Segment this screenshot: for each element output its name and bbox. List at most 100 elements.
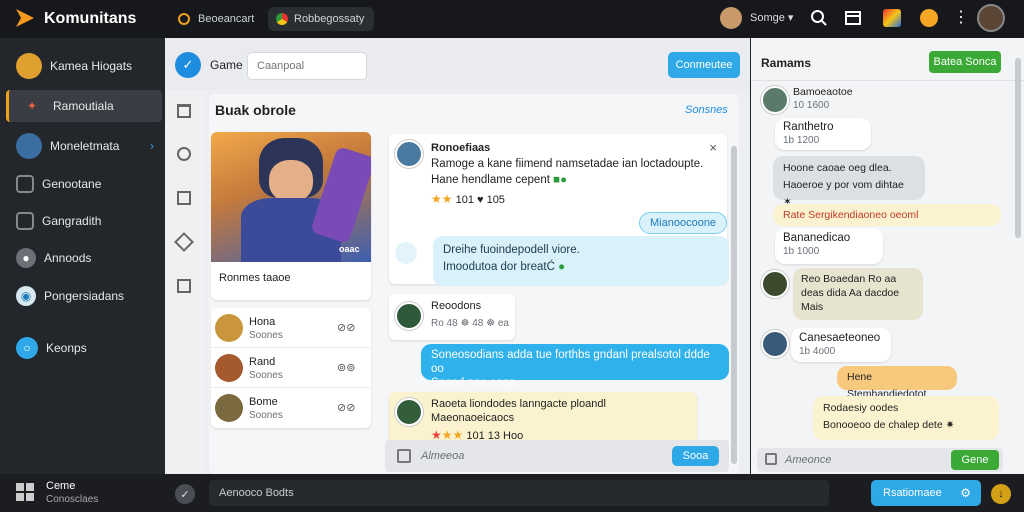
notice-bubble: Dreihe fuoindepodell viore. Imoodutoa do… bbox=[433, 236, 729, 286]
list-item-title: Rand bbox=[249, 356, 276, 368]
right-composer-input[interactable]: Ameonce bbox=[785, 454, 831, 466]
diamond-icon[interactable] bbox=[174, 232, 194, 252]
message-bubble: Reo Boaedan Ro aa deas dida Aa dacdoe Ma… bbox=[793, 268, 923, 320]
hero-face bbox=[269, 160, 313, 202]
clock-icon bbox=[178, 13, 190, 25]
sidebar-item-3[interactable]: Moneletmata › bbox=[6, 130, 162, 162]
hero-caption: Ronmes taaoe bbox=[219, 272, 291, 284]
attach-icon[interactable] bbox=[397, 449, 411, 463]
sidebar-item-6[interactable]: ● Annoods bbox=[6, 242, 162, 274]
sidebar-item-label: Gangradith bbox=[42, 214, 102, 228]
game-label: Game bbox=[210, 58, 243, 72]
download-icon[interactable]: ↓ bbox=[991, 484, 1011, 504]
post-stats: ★★ 101 ♥ 105 bbox=[431, 192, 505, 206]
post-text-2: Hane hendlame cepent bbox=[431, 174, 550, 186]
options-icon[interactable]: ⊘⊘ bbox=[337, 401, 355, 414]
box-icon bbox=[16, 175, 34, 193]
reply-chip[interactable]: Mianoocoone bbox=[639, 212, 728, 234]
sidebar-footer[interactable]: Ceme Conosclaes bbox=[0, 474, 165, 512]
main-header: ✓ Game Conmeutee bbox=[165, 38, 750, 90]
send-button[interactable]: Sooa bbox=[672, 446, 719, 466]
message-meta: 1b 1200 bbox=[783, 135, 820, 146]
post-author: Ronoefiaas bbox=[431, 142, 491, 154]
list-item-subtitle: Soones bbox=[249, 410, 283, 421]
sidebar-item-8[interactable]: ○ Keonps bbox=[6, 332, 162, 364]
notice-row-2: Imoodutoa dor breatĆ ● bbox=[443, 261, 566, 273]
blue-message: Soneosodians adda tue forthbs gndanl pre… bbox=[421, 344, 729, 389]
attach-icon[interactable] bbox=[765, 453, 777, 465]
avatar bbox=[395, 398, 423, 426]
sidebar-item-label: Moneletmata bbox=[50, 139, 120, 153]
chevron-right-icon: › bbox=[150, 139, 154, 153]
blue-message-line-2: Snond nae eaga. bbox=[431, 377, 519, 389]
box-icon[interactable] bbox=[177, 279, 191, 293]
profile-avatar[interactable] bbox=[977, 4, 1005, 32]
divider bbox=[751, 80, 1024, 81]
composer-input[interactable]: Almeeoa bbox=[421, 450, 464, 462]
sidebar-item-label: Annoods bbox=[44, 251, 92, 265]
target-icon: ◉ bbox=[16, 286, 36, 306]
list-item[interactable]: Rand Soones ⊚⊚ bbox=[211, 348, 371, 388]
user-menu[interactable]: Somge ▾ bbox=[750, 11, 793, 24]
sidebar-item-4[interactable]: Genootane bbox=[6, 168, 162, 200]
emoji-icon[interactable] bbox=[920, 9, 938, 27]
footer-subtitle: Conosclaes bbox=[46, 494, 99, 505]
yellow-post-line-1: Raoeta liondodes lanngacte ploandl bbox=[431, 398, 606, 410]
avatar bbox=[761, 270, 789, 298]
home-icon[interactable] bbox=[177, 104, 191, 118]
sidebar-item-5[interactable]: Gangradith bbox=[6, 205, 162, 237]
list-item[interactable]: Bome Soones ⊘⊘ bbox=[211, 388, 371, 428]
options-icon[interactable]: ⊘⊘ bbox=[337, 321, 355, 334]
tab-2[interactable]: Robbegossaty bbox=[268, 7, 374, 31]
avatar bbox=[16, 133, 42, 159]
composer: Almeeoa Sooa bbox=[385, 440, 729, 472]
list-item-title: Bome bbox=[249, 396, 278, 408]
tab-1[interactable]: Beoeancart bbox=[170, 7, 262, 31]
list-item[interactable]: Hona Soones ⊘⊘ bbox=[211, 308, 371, 348]
scrollbar[interactable] bbox=[1015, 58, 1021, 238]
more-vertical-icon[interactable]: ⋮ bbox=[953, 8, 969, 28]
search-icon[interactable] bbox=[810, 9, 828, 27]
options-icon[interactable]: ⊚⊚ bbox=[337, 361, 355, 374]
section-link[interactable]: Sonsnes bbox=[685, 104, 728, 116]
sidebar-item-1[interactable]: Kamea Hiogats bbox=[6, 50, 162, 82]
right-panel-title: Ramams bbox=[761, 56, 812, 70]
app-logo-icon bbox=[16, 9, 34, 27]
sidebar-item-2[interactable]: ✦ Ramoutiala bbox=[6, 90, 162, 122]
scrollbar[interactable] bbox=[731, 146, 737, 464]
window-icon[interactable] bbox=[845, 10, 861, 26]
bottom-button[interactable]: Rsatiomaee ⚙ bbox=[871, 480, 981, 506]
chat-icon[interactable] bbox=[177, 147, 191, 161]
gamepad-icon: ✦ bbox=[26, 99, 38, 113]
sidebar-item-7[interactable]: ◉ Pongersiadans bbox=[6, 280, 162, 312]
list-item-subtitle: Soones bbox=[249, 330, 283, 341]
user-avatar[interactable] bbox=[720, 7, 742, 29]
right-panel-button[interactable]: Batea Sonca bbox=[929, 51, 1001, 73]
right-composer-button[interactable]: Gene bbox=[951, 450, 999, 470]
bottom-input-text: Aenooco Bodts bbox=[219, 487, 294, 499]
shield-icon[interactable] bbox=[883, 9, 901, 27]
chat-user-name: Reoodons bbox=[431, 300, 482, 312]
blue-message-line-1: Soneosodians adda tue forthbs gndanl pre… bbox=[431, 349, 710, 375]
settings-icon: ⚙ bbox=[960, 486, 971, 500]
search-input[interactable] bbox=[247, 52, 367, 80]
message-meta: 1b 4o00 bbox=[799, 346, 836, 357]
hero-badge: oaac bbox=[339, 244, 360, 254]
bottom-button-label: Rsatiomaee bbox=[883, 487, 942, 499]
chat-user-card[interactable]: Reoodons Ro 48 ☸ 48 ☸ ea bbox=[389, 294, 515, 340]
hero-card[interactable]: oaac Ronmes taaoe bbox=[211, 132, 371, 300]
sidebar-item-label: Pongersiadans bbox=[44, 289, 125, 303]
tab-2-label: Robbegossaty bbox=[294, 13, 365, 25]
check-icon[interactable]: ✓ bbox=[175, 52, 201, 78]
message-bubble: Rate Sergikendiaoneo oeoml bbox=[773, 204, 1001, 226]
check-icon[interactable]: ✓ bbox=[175, 484, 195, 504]
close-icon[interactable]: × bbox=[709, 140, 717, 155]
message-meta: 10 1600 bbox=[793, 100, 830, 111]
message-text: Canesaeteoneo bbox=[799, 332, 881, 344]
post-tags: Hane hendlame cepent ■● bbox=[431, 174, 568, 186]
sidebar-item-label: Genootane bbox=[42, 177, 102, 191]
yellow-post-line-2: Maeonaoeicaocs bbox=[431, 412, 515, 424]
header-button[interactable]: Conmeutee bbox=[668, 52, 740, 78]
bottom-input[interactable]: Aenooco Bodts bbox=[209, 480, 829, 506]
square-icon[interactable] bbox=[177, 191, 191, 205]
